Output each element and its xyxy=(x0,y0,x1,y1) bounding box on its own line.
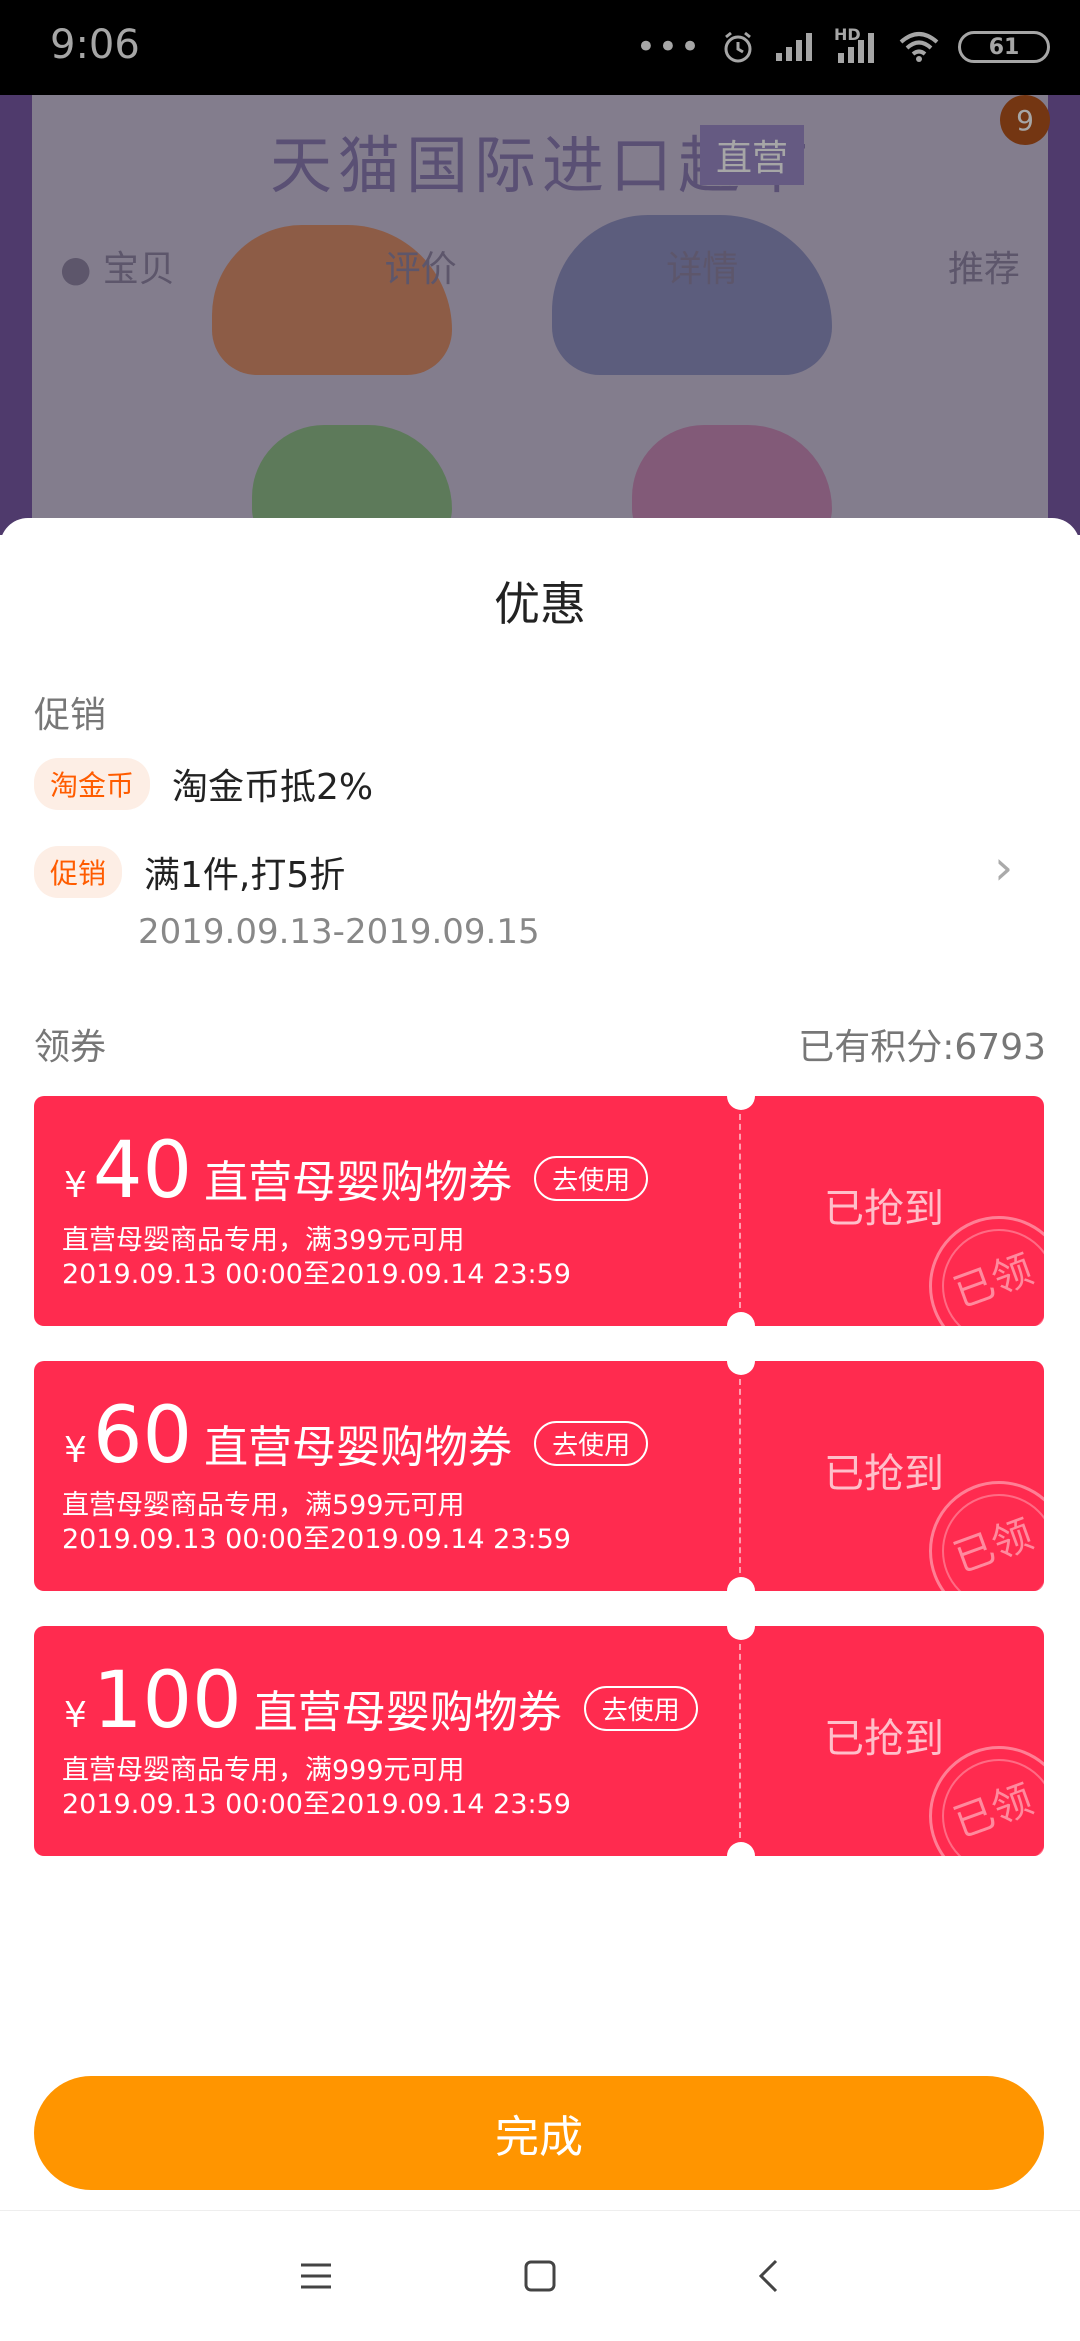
menu-icon[interactable] xyxy=(286,2251,346,2301)
coupon-divider xyxy=(739,1379,741,1573)
coupon-name: 直营母婴购物券 xyxy=(204,1157,513,1208)
home-icon[interactable] xyxy=(510,2251,570,2301)
coupon-section-label: 领券 xyxy=(34,1027,107,1068)
sheet-title: 优惠 xyxy=(494,577,586,631)
back-icon[interactable] xyxy=(738,2251,798,2301)
coupon-divider xyxy=(739,1114,741,1308)
coupon-notch-top xyxy=(727,1082,755,1110)
promo-tag: 促销 xyxy=(34,846,123,898)
chevron-right-icon: › xyxy=(994,840,1014,896)
promo-row-discount-head: 促销 满1件,打5折 xyxy=(34,846,345,898)
modal-overlay[interactable] xyxy=(0,0,1080,535)
system-nav-bar xyxy=(0,2210,1080,2341)
currency-symbol: ¥ xyxy=(64,1430,87,1471)
currency-symbol: ¥ xyxy=(64,1165,87,1206)
coupon-notch-bottom xyxy=(727,1842,755,1870)
use-coupon-button[interactable]: 去使用 xyxy=(583,1686,698,1731)
coupon-card: ¥ 40 直营母婴购物券 去使用 直营母婴商品专用，满399元可用 2019.0… xyxy=(34,1096,1044,1326)
promo-row-discount[interactable]: 促销 满1件,打5折 2019.09.13-2019.09.15 › xyxy=(34,840,1044,976)
coupon-main: ¥ 60 直营母婴购物券 去使用 xyxy=(64,1391,649,1481)
coupon-notch-top xyxy=(727,1347,755,1375)
promo-text: 淘金币抵2% xyxy=(172,767,374,808)
coupon-notch-bottom xyxy=(727,1312,755,1340)
coupon-condition: 直营母婴商品专用，满599元可用 xyxy=(62,1490,465,1521)
coupon-amount: 60 xyxy=(92,1391,193,1481)
promo-date-range: 2019.09.13-2019.09.15 xyxy=(138,912,540,952)
coupon-amount: 40 xyxy=(92,1126,193,1216)
coupon-condition: 直营母婴商品专用，满399元可用 xyxy=(62,1225,465,1256)
promo-section-label: 促销 xyxy=(34,695,107,736)
coupon-validity: 2019.09.13 00:00至2019.09.14 23:59 xyxy=(62,1789,571,1820)
coupon-card: ¥ 60 直营母婴购物券 去使用 直营母婴商品专用，满599元可用 2019.0… xyxy=(34,1361,1044,1591)
coupon-validity: 2019.09.13 00:00至2019.09.14 23:59 xyxy=(62,1259,571,1290)
coupon-name: 直营母婴购物券 xyxy=(253,1687,562,1738)
coupon-divider xyxy=(739,1644,741,1838)
done-button[interactable]: 完成 xyxy=(34,2076,1044,2190)
coupon-validity: 2019.09.13 00:00至2019.09.14 23:59 xyxy=(62,1524,571,1555)
use-coupon-button[interactable]: 去使用 xyxy=(534,1156,649,1201)
coupon-main: ¥ 100 直营母婴购物券 去使用 xyxy=(64,1656,698,1746)
discount-sheet: 优惠 促销 淘金币 淘金币抵2% 促销 满1件,打5折 2019.09.13-2… xyxy=(0,518,1080,2340)
coupon-condition: 直营母婴商品专用，满999元可用 xyxy=(62,1755,465,1786)
coupon-name: 直营母婴购物券 xyxy=(204,1422,513,1473)
promo-text: 满1件,打5折 xyxy=(144,855,346,896)
promo-tag: 淘金币 xyxy=(34,758,151,810)
coupon-amount: 100 xyxy=(92,1656,242,1746)
coupon-card: ¥ 100 直营母婴购物券 去使用 直营母婴商品专用，满999元可用 2019.… xyxy=(34,1626,1044,1856)
coupon-notch-bottom xyxy=(727,1577,755,1605)
use-coupon-button[interactable]: 去使用 xyxy=(534,1421,649,1466)
coupon-main: ¥ 40 直营母婴购物券 去使用 xyxy=(64,1126,649,1216)
promo-row-coins: 淘金币 淘金币抵2% xyxy=(34,758,373,810)
coupon-notch-top xyxy=(727,1612,755,1640)
currency-symbol: ¥ xyxy=(64,1695,87,1736)
points-label: 已有积分:6793 xyxy=(798,1027,1046,1068)
